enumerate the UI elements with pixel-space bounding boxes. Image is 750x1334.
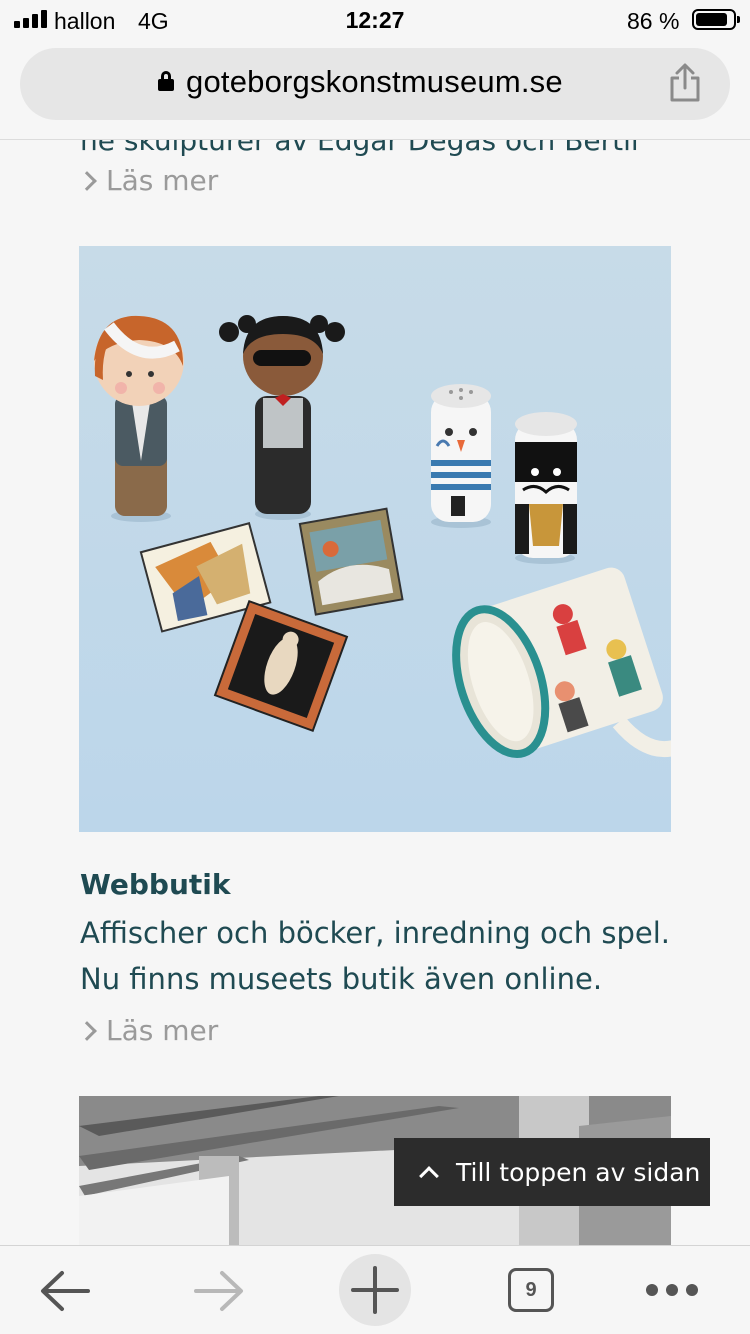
lock-icon [158, 71, 174, 91]
card-description: Affischer och böcker, inredning och spel… [80, 910, 680, 1002]
webshop-image[interactable] [79, 246, 671, 832]
back-arrow-icon[interactable] [38, 1268, 92, 1314]
new-tab-button[interactable] [339, 1254, 411, 1326]
page-content: ne skulpturer av Edgar Degas och Bertil … [0, 140, 750, 1245]
previous-card-text: ne skulpturer av Edgar Degas och Bertil [80, 140, 639, 157]
chevron-right-icon [77, 1020, 97, 1041]
battery-percent: 86 % [627, 8, 680, 34]
back-to-top-label: Till toppen av sidan [456, 1157, 701, 1187]
battery-icon [692, 9, 740, 30]
back-to-top-button[interactable]: Till toppen av sidan [394, 1138, 710, 1206]
card-description-line: Nu finns museets butik även online. [80, 962, 603, 996]
share-icon[interactable] [665, 62, 705, 104]
more-dots-icon[interactable] [646, 1284, 698, 1296]
battery-level-fill [696, 13, 727, 26]
chevron-right-icon [77, 170, 97, 191]
forward-arrow-icon[interactable] [192, 1268, 246, 1314]
new-tab-plus-icon [351, 1266, 399, 1314]
read-more-link-webshop[interactable]: Läs mer [77, 1014, 219, 1047]
tabs-icon[interactable]: 9 [508, 1268, 554, 1312]
card-description-line: Affischer och böcker, inredning och spel… [80, 916, 670, 950]
address-bar[interactable]: goteborgskonstmuseum.se [20, 48, 730, 120]
chevron-up-icon [419, 1166, 439, 1186]
webshop-products-illustration [94, 315, 671, 759]
read-more-label: Läs mer [106, 164, 219, 197]
read-more-label: Läs mer [106, 1014, 219, 1047]
read-more-link-previous[interactable]: Läs mer [77, 164, 219, 197]
url-text[interactable]: goteborgskonstmuseum.se [186, 64, 563, 100]
status-bar: hallon 4G 12:27 86 % [0, 0, 750, 42]
card-title[interactable]: Webbutik [80, 868, 231, 901]
browser-toolbar: 9 [0, 1245, 750, 1334]
